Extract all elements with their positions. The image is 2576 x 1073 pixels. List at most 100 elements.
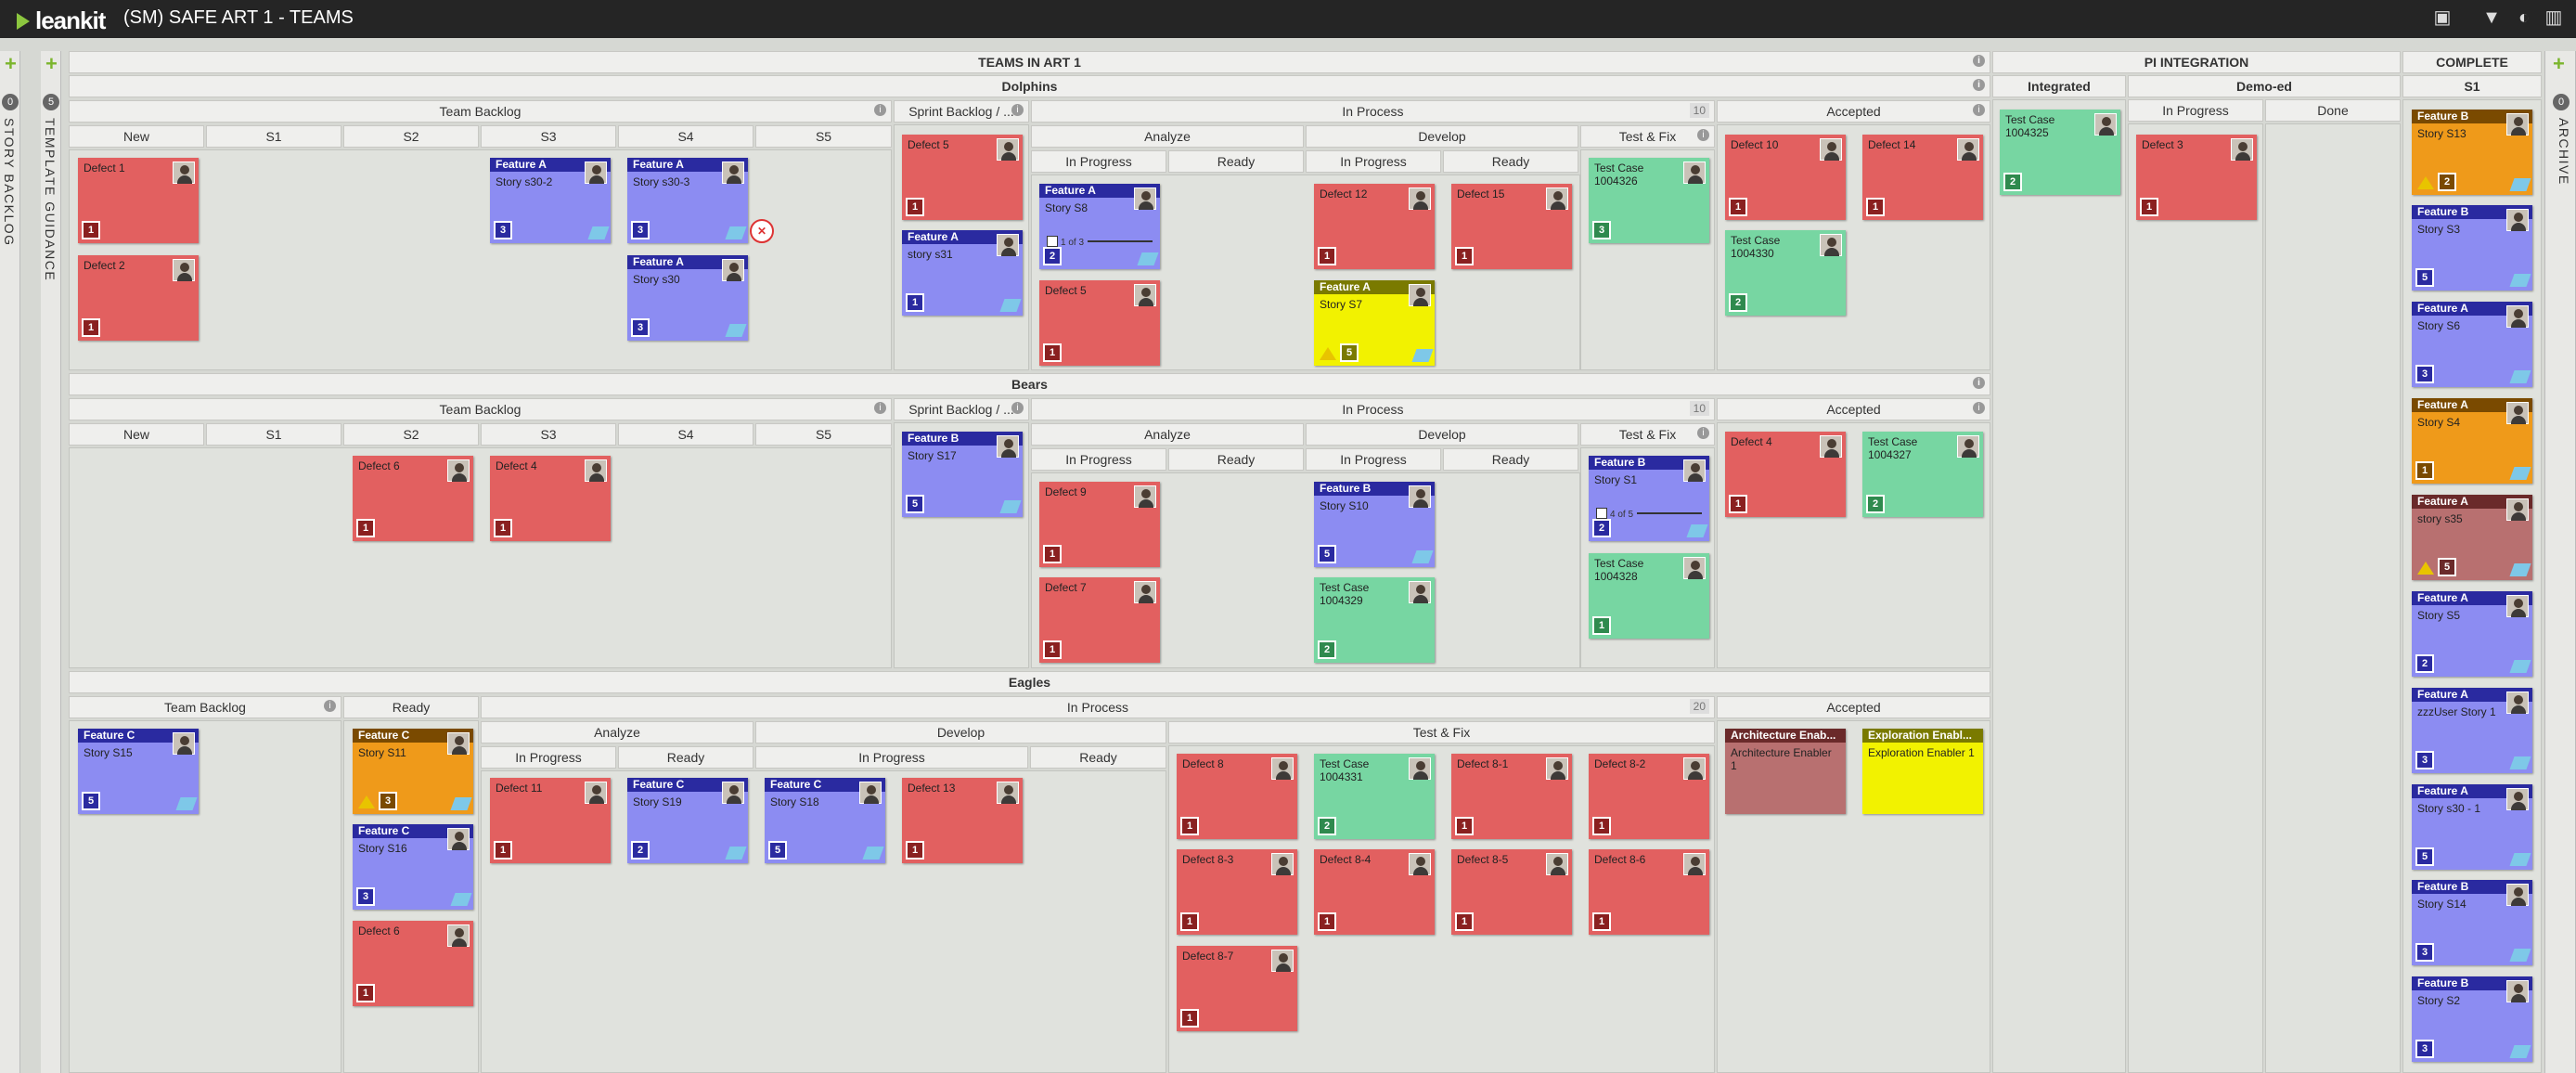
eagles-team-backlog-header[interactable]: Team Backlog i (69, 696, 341, 718)
card[interactable]: Defect 31 (2136, 135, 2257, 220)
avatar[interactable] (2506, 113, 2529, 136)
dolphins-accepted-header[interactable]: Accepted i (1717, 100, 1990, 123)
info-icon[interactable]: i (1697, 427, 1709, 439)
info-icon[interactable]: i (1973, 55, 1985, 67)
card[interactable]: Test Case 1004326 3 (1589, 158, 1709, 243)
info-icon[interactable]: i (1011, 402, 1024, 414)
avatar[interactable] (447, 828, 470, 850)
card[interactable]: Feature B Story S14 3 (2412, 880, 2532, 965)
avatar[interactable] (722, 162, 744, 184)
avatar[interactable] (173, 732, 195, 755)
info-icon[interactable]: i (1011, 104, 1024, 116)
bears-sprint-backlog-header[interactable]: Sprint Backlog / ... i (894, 398, 1029, 420)
card[interactable]: Test Case 1004329 2 (1314, 577, 1435, 663)
tag-icon[interactable] (1686, 524, 1708, 537)
avatar[interactable] (1546, 757, 1568, 780)
avatar[interactable] (2506, 980, 2529, 1002)
col-s2[interactable]: S2 (343, 125, 479, 148)
avatar[interactable] (585, 162, 607, 184)
col-s2[interactable]: S2 (343, 423, 479, 446)
card[interactable]: Test Case 1004325 2 (2000, 110, 2120, 195)
card[interactable]: Defect 41 (490, 456, 611, 541)
card[interactable]: Feature C Story S18 5 (765, 778, 885, 863)
tag-icon[interactable] (2509, 370, 2531, 383)
avatar[interactable] (1546, 853, 1568, 875)
col-s4[interactable]: S4 (618, 423, 753, 446)
col-new[interactable]: New (69, 125, 204, 148)
eagles-develop-ready[interactable]: Ready (1030, 746, 1166, 769)
dolphins-analyze-header[interactable]: Analyze (1031, 125, 1304, 148)
col-s1[interactable]: S1 (206, 423, 341, 446)
archive-lane[interactable]: + 0 ARCHIVE (2544, 51, 2576, 1073)
tag-icon[interactable] (862, 847, 884, 860)
template-guidance-lane[interactable]: + 5 TEMPLATE GUIDANCE (41, 51, 61, 1073)
card[interactable]: Feature A Story S4 1 (2412, 398, 2532, 484)
card[interactable]: Architecture Enab... Architecture Enabler… (1725, 729, 1846, 814)
avatar[interactable] (2506, 595, 2529, 617)
tag-icon[interactable] (2509, 467, 2531, 480)
avatar[interactable] (997, 435, 1019, 458)
info-icon[interactable]: i (1697, 129, 1709, 141)
card[interactable]: Defect 71 (1039, 577, 1160, 663)
avatar[interactable] (1134, 187, 1156, 210)
avatar[interactable] (1820, 435, 1842, 458)
team-bears-header[interactable]: Bears i (69, 373, 1990, 395)
avatar[interactable] (1409, 187, 1431, 210)
card[interactable]: Feature C Story S11 3 (353, 729, 473, 814)
complete-header[interactable]: COMPLETE (2402, 51, 2542, 73)
card[interactable]: Defect 12 1 (1314, 184, 1435, 269)
card[interactable]: Test Case 1004327 2 (1862, 432, 1983, 517)
tag-icon[interactable] (725, 847, 747, 860)
dolphins-develop-in-progress[interactable]: In Progress (1306, 150, 1441, 173)
card[interactable]: Defect 91 (1039, 482, 1160, 567)
avatar[interactable] (2094, 113, 2117, 136)
eagles-test-fix-header[interactable]: Test & Fix (1168, 721, 1715, 743)
dolphins-sprint-backlog-header[interactable]: Sprint Backlog / ... i (894, 100, 1029, 123)
avatar[interactable] (2506, 498, 2529, 521)
avatar[interactable] (1546, 187, 1568, 210)
col-s5[interactable]: S5 (755, 125, 892, 148)
demo-ed-header[interactable]: Demo-ed (2128, 75, 2401, 97)
demo-done-header[interactable]: Done (2265, 99, 2401, 122)
card[interactable]: Feature A Story S7 5 (1314, 280, 1435, 366)
card[interactable]: Feature B Story S13 2 (2412, 110, 2532, 195)
card[interactable]: Test Case 1004330 2 (1725, 230, 1846, 316)
info-icon[interactable]: i (874, 104, 886, 116)
tag-icon[interactable] (725, 226, 747, 239)
avatar[interactable] (2506, 402, 2529, 424)
avatar[interactable] (173, 162, 195, 184)
tag-icon[interactable] (1411, 550, 1434, 563)
avatar[interactable] (859, 782, 882, 804)
col-s1[interactable]: S1 (206, 125, 341, 148)
tag-icon[interactable] (175, 797, 198, 810)
eagles-develop-in-progress[interactable]: In Progress (755, 746, 1028, 769)
avatar[interactable] (1134, 581, 1156, 603)
card[interactable]: Defect 8-4 1 (1314, 849, 1435, 935)
avatar[interactable] (1134, 485, 1156, 508)
card[interactable]: Feature C Story S15 5 (78, 729, 199, 814)
tag-icon[interactable] (1137, 252, 1159, 265)
chart-icon[interactable]: ▥ (2543, 6, 2565, 29)
bears-accepted-header[interactable]: Accepted i (1717, 398, 1990, 420)
card[interactable]: Defect 81 (1177, 754, 1297, 839)
bears-develop-ready[interactable]: Ready (1443, 448, 1578, 471)
tag-icon[interactable] (2509, 660, 2531, 673)
avatar[interactable] (722, 782, 744, 804)
story-backlog-lane[interactable]: + 0 STORY BACKLOG (0, 51, 20, 1073)
avatar[interactable] (1134, 284, 1156, 306)
avatar[interactable] (1409, 485, 1431, 508)
card[interactable]: Test Case 1004331 2 (1314, 754, 1435, 839)
card[interactable]: Defect 8-6 1 (1589, 849, 1709, 935)
filter-icon[interactable]: ▼ (2480, 6, 2503, 29)
card[interactable]: Defect 61 (353, 456, 473, 541)
info-icon[interactable]: i (1973, 79, 1985, 91)
tag-icon[interactable] (2509, 563, 2531, 576)
card[interactable]: Feature A Story S6 3 (2412, 302, 2532, 387)
card[interactable]: Defect 8-1 1 (1451, 754, 1572, 839)
card[interactable]: Defect 61 (353, 921, 473, 1006)
avatar[interactable] (1820, 138, 1842, 161)
dolphins-analyze-in-progress[interactable]: In Progress (1031, 150, 1166, 173)
card[interactable]: Defect 15 1 (1451, 184, 1572, 269)
avatar[interactable] (1409, 581, 1431, 603)
avatar[interactable] (722, 259, 744, 281)
